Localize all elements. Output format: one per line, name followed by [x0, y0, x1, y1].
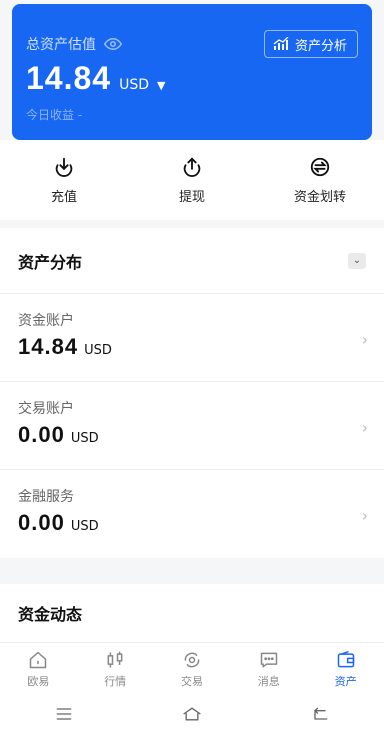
transfer-button[interactable]: 资金划转: [256, 140, 384, 220]
tab-label: 消息: [257, 675, 280, 688]
total-assets-title: 总资产估值: [26, 37, 96, 53]
collapse-toggle-icon[interactable]: ⌄: [348, 252, 366, 269]
account-balance: 0.00 USD: [18, 510, 99, 536]
tab-markets[interactable]: 行情: [77, 643, 154, 696]
back-icon[interactable]: [310, 704, 330, 724]
quick-actions: 充值 提现 资金划转: [0, 140, 384, 220]
asset-distribution-section: 资产分布 ⌄ 资金账户 14.84 USD › 交易账户 0.00 USD › …: [0, 228, 384, 558]
asset-distribution-title: 资产分布: [18, 252, 83, 272]
fund-activity-header: 资金动态: [0, 584, 384, 642]
account-currency: USD: [84, 343, 112, 358]
account-currency: USD: [70, 431, 99, 446]
currency-selector[interactable]: USD: [119, 77, 149, 93]
chevron-right-icon: ›: [361, 330, 368, 349]
account-currency: USD: [70, 519, 99, 534]
today-earnings: 今日收益 -: [26, 108, 83, 122]
total-assets-card: 总资产估值 资产分析 14.84 USD ▼ 今日收益 -: [12, 4, 372, 140]
chart-icon: [273, 37, 289, 50]
withdraw-label: 提现: [178, 189, 205, 205]
wallet-icon: [337, 650, 354, 668]
asset-analysis-label: 资产分析: [294, 38, 347, 54]
tab-label: 资产: [334, 675, 357, 688]
transfer-icon: [310, 157, 330, 176]
account-balance: 14.84 USD: [18, 334, 112, 360]
fund-activity-section: 资金动态: [0, 584, 384, 642]
message-icon: [260, 652, 278, 668]
transfer-label: 资金划转: [293, 189, 346, 205]
system-nav-bar: [0, 696, 384, 731]
caret-down-icon[interactable]: ▼: [157, 79, 165, 92]
account-name: 资金账户: [18, 313, 74, 329]
tab-label: 欧易: [27, 675, 50, 688]
tab-assets[interactable]: 资产: [307, 643, 384, 696]
total-amount-value: 14.84: [26, 60, 112, 96]
asset-distribution-header: 资产分布 ⌄: [0, 228, 384, 294]
total-amount[interactable]: 14.84 USD ▼: [26, 60, 165, 97]
tab-home[interactable]: 欧易: [0, 643, 77, 696]
withdraw-icon: [183, 156, 201, 177]
tab-messages[interactable]: 消息: [230, 643, 307, 696]
tab-label: 交易: [180, 675, 203, 688]
menu-icon[interactable]: [54, 704, 74, 724]
account-amount: 14.84: [18, 334, 79, 359]
tab-trade[interactable]: 交易: [154, 643, 231, 696]
home-outline-icon[interactable]: [182, 704, 202, 724]
deposit-icon: [55, 157, 73, 177]
trade-icon: [184, 652, 200, 668]
account-name: 金融服务: [18, 489, 74, 505]
account-row-trading[interactable]: 交易账户 0.00 USD ›: [0, 382, 384, 470]
chevron-right-icon: ›: [361, 506, 368, 525]
tab-label: 行情: [104, 675, 127, 688]
chevron-right-icon: ›: [361, 418, 368, 437]
account-amount: 0.00: [18, 510, 65, 535]
asset-analysis-button[interactable]: 资产分析: [263, 30, 358, 58]
account-row-funding[interactable]: 资金账户 14.84 USD ›: [0, 294, 384, 382]
home-icon: [30, 651, 47, 669]
account-row-financial[interactable]: 金融服务 0.00 USD ›: [0, 470, 384, 558]
account-name: 交易账户: [18, 401, 74, 417]
deposit-label: 充值: [50, 189, 77, 205]
account-amount: 0.00: [18, 422, 65, 447]
deposit-button[interactable]: 充值: [0, 140, 128, 220]
bottom-tab-bar: 欧易 行情 交易 消息 资产: [0, 642, 384, 696]
fund-activity-title: 资金动态: [18, 605, 83, 624]
account-balance: 0.00 USD: [18, 422, 99, 448]
total-assets-label-row: 总资产估值: [26, 34, 122, 54]
candlestick-icon: [107, 651, 123, 668]
eye-icon[interactable]: [104, 35, 122, 53]
withdraw-button[interactable]: 提现: [128, 140, 256, 220]
